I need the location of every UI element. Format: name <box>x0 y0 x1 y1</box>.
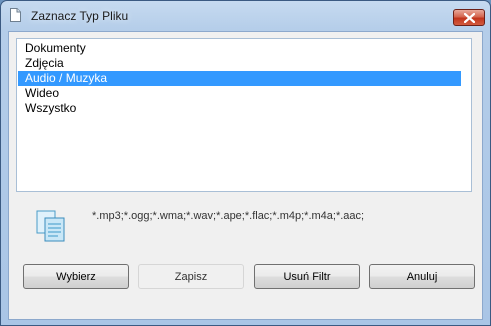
dialog-window: Zaznacz Typ Pliku Dokumenty Zdjęcia Audi… <box>0 0 491 326</box>
documents-icon <box>36 210 65 242</box>
save-button[interactable]: Zapisz <box>138 264 244 289</box>
document-icon <box>10 8 21 22</box>
cancel-button[interactable]: Anuluj <box>369 264 475 289</box>
extensions-text: *.mp3;*.ogg;*.wma;*.wav;*.ape;*.flac;*.m… <box>92 210 365 222</box>
title-bar[interactable]: Zaznacz Typ Pliku <box>1 1 490 31</box>
remove-filter-button[interactable]: Usuń Filtr <box>254 264 360 289</box>
dialog-body: Dokumenty Zdjęcia Audio / Muzyka Wideo W… <box>8 31 483 320</box>
window-title: Zaznacz Typ Pliku <box>31 9 129 23</box>
list-item-photos[interactable]: Zdjęcia <box>18 56 461 71</box>
list-item-audio[interactable]: Audio / Muzyka <box>18 71 461 86</box>
close-button[interactable] <box>453 9 485 26</box>
file-type-list[interactable]: Dokumenty Zdjęcia Audio / Muzyka Wideo W… <box>16 38 472 192</box>
select-button[interactable]: Wybierz <box>23 264 129 289</box>
close-icon <box>464 13 475 23</box>
list-item-video[interactable]: Wideo <box>18 86 461 101</box>
list-item-documents[interactable]: Dokumenty <box>18 41 461 56</box>
list-item-all[interactable]: Wszystko <box>18 101 461 116</box>
